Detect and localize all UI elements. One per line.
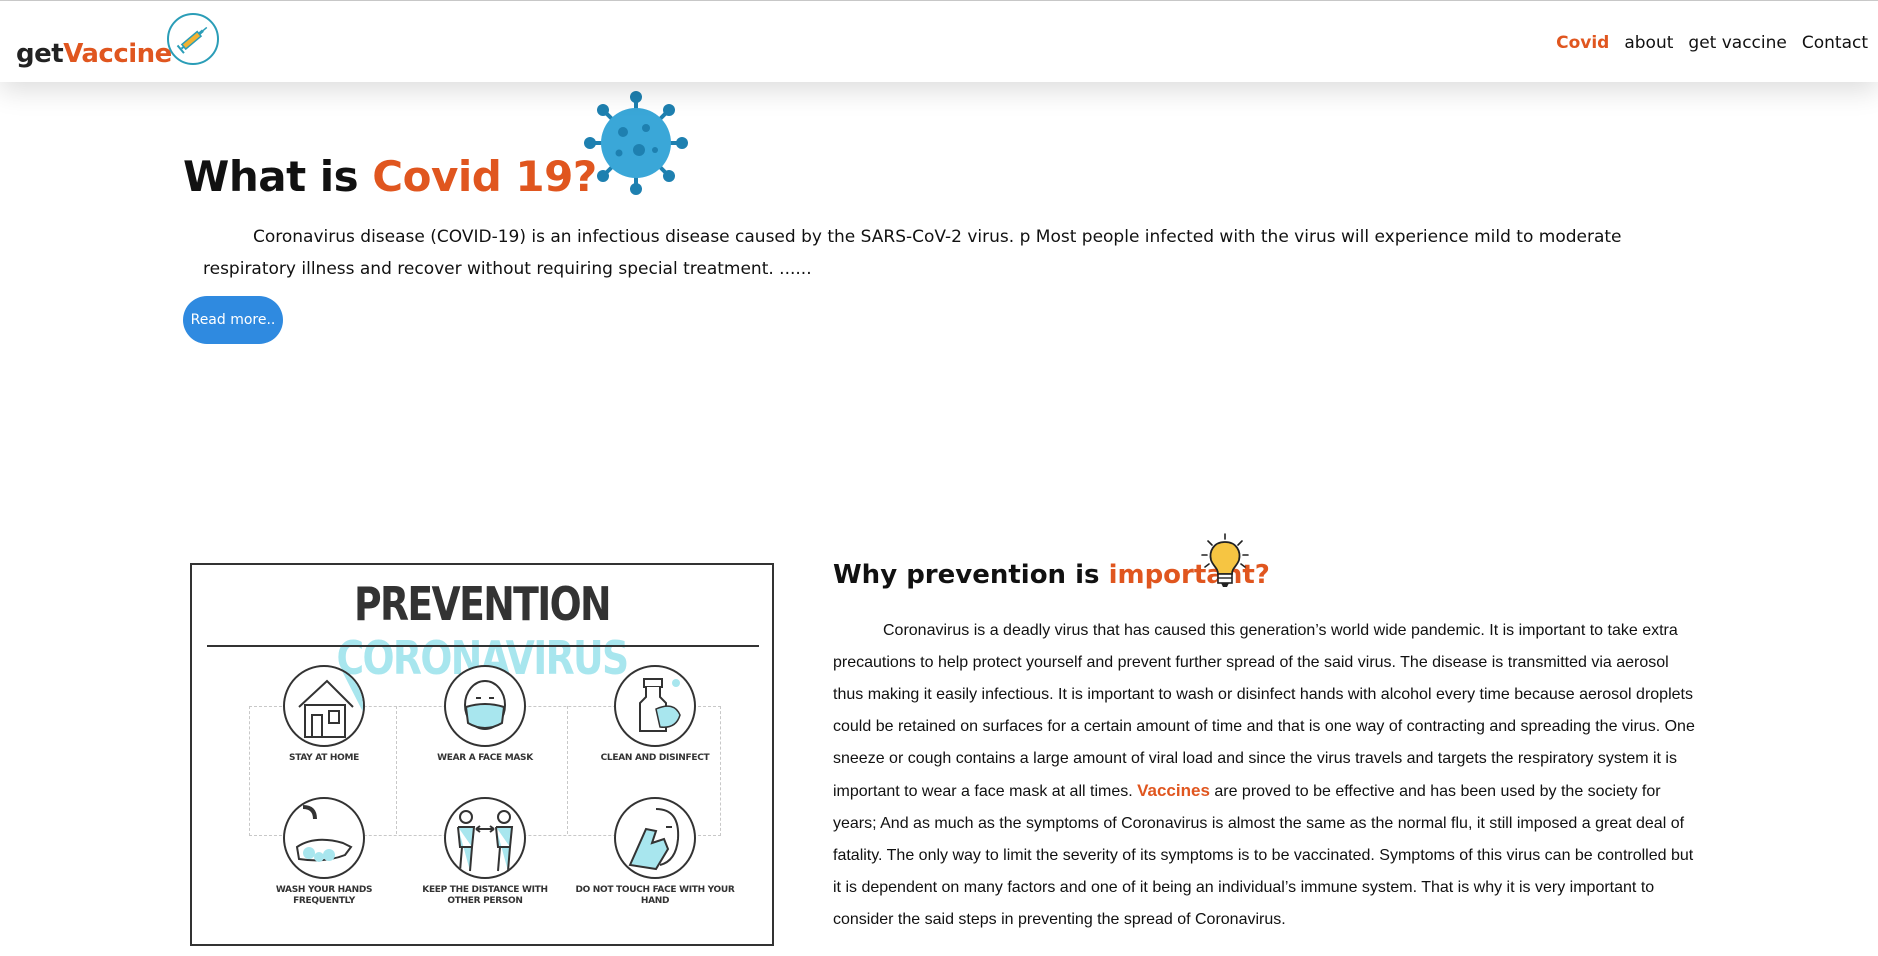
- lightbulb-icon: [1200, 533, 1250, 593]
- prevention-poster: PREVENTION CORONAVIRUS STAY AT HOME WEAR…: [190, 563, 774, 946]
- nav-get-vaccine[interactable]: get vaccine: [1688, 33, 1786, 53]
- hero-title-plain: What is: [183, 152, 373, 201]
- hand-wash-icon: [283, 797, 365, 879]
- spray-bottle-icon: [614, 665, 696, 747]
- why-title-plain: Why prevention is: [833, 560, 1109, 590]
- home-icon: [283, 665, 365, 747]
- site-header: getVaccine Covid about get vaccine Conta…: [0, 1, 1878, 82]
- nav-about[interactable]: about: [1624, 33, 1673, 53]
- poster-divider: [207, 645, 759, 647]
- distance-icon: [444, 797, 526, 879]
- poster-label-keep-distance: KEEP THE DISTANCE WITH OTHER PERSON: [422, 885, 548, 906]
- poster-item-no-touch: DO NOT TOUCH FACE WITH YOUR HAND: [575, 797, 735, 907]
- brand-accent: Vaccine: [63, 39, 172, 69]
- brand-logo-text[interactable]: getVaccine: [16, 39, 172, 69]
- nav-covid[interactable]: Covid: [1556, 33, 1609, 53]
- hero-title: What is Covid 19?: [183, 152, 597, 201]
- main-nav: Covid about get vaccine Contact: [1556, 33, 1868, 53]
- poster-label-stay-home: STAY AT HOME: [289, 753, 359, 763]
- poster-item-keep-distance: KEEP THE DISTANCE WITH OTHER PERSON: [405, 797, 565, 907]
- virus-icon: [583, 90, 689, 200]
- read-more-button[interactable]: Read more..: [183, 296, 283, 344]
- hero-description: Coronavirus disease (COVID-19) is an inf…: [203, 227, 1622, 279]
- face-touch-icon: [614, 797, 696, 879]
- poster-item-clean: CLEAN AND DISINFECT: [575, 665, 735, 764]
- poster-label-wash-hands: WASH YOUR HANDS FREQUENTLY: [275, 885, 373, 906]
- poster-item-stay-home: STAY AT HOME: [244, 665, 404, 764]
- why-text-part-1: Coronavirus is a deadly virus that has c…: [833, 622, 1695, 800]
- poster-label-no-touch: DO NOT TOUCH FACE WITH YOUR HAND: [575, 885, 735, 906]
- poster-item-wash-hands: WASH YOUR HANDS FREQUENTLY: [244, 797, 404, 907]
- hero-title-accent: Covid 19?: [372, 152, 597, 201]
- brand-prefix: get: [16, 39, 64, 69]
- poster-title-dark: PREVENTION: [354, 577, 612, 631]
- why-prevention-text: Coronavirus is a deadly virus that has c…: [833, 615, 1703, 936]
- syringe-icon[interactable]: [167, 13, 219, 65]
- poster-label-clean: CLEAN AND DISINFECT: [600, 753, 710, 763]
- poster-label-face-mask: WEAR A FACE MASK: [437, 753, 533, 763]
- vaccines-highlight: Vaccines: [1137, 781, 1210, 800]
- why-text-part-2: are proved to be effective and has been …: [833, 783, 1694, 928]
- face-mask-icon: [444, 665, 526, 747]
- poster-item-face-mask: WEAR A FACE MASK: [405, 665, 565, 764]
- nav-contact[interactable]: Contact: [1802, 33, 1868, 53]
